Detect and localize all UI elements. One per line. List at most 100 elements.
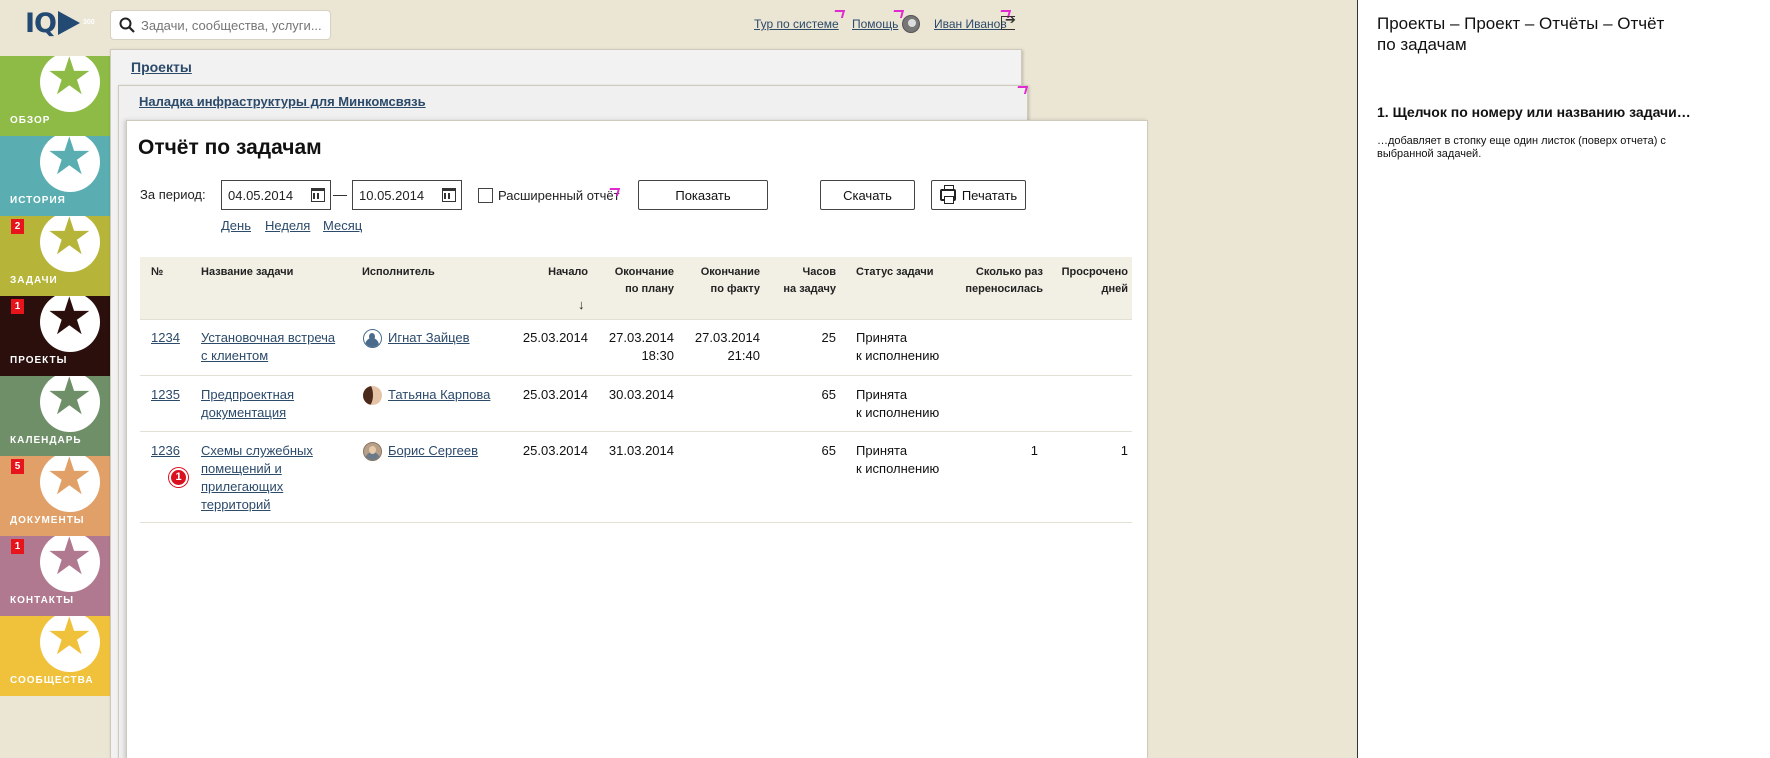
task-status: Принята к исполнению [856,443,940,476]
show-button[interactable]: Показать [638,180,768,210]
plan-end: 31.03.2014 [608,443,674,458]
date-to-value: 10.05.2014 [359,187,425,203]
extended-report-checkbox[interactable] [478,188,493,203]
printer-icon [939,185,956,204]
star-icon: ★ [46,376,93,426]
calendar-icon[interactable] [311,188,325,202]
sidebar-item-label: ПРОЕКТЫ [10,355,68,366]
notification-badge: 1 [11,299,24,314]
column-header-moved[interactable]: Сколько раз переносилась [950,264,1043,298]
sidebar-item-contacts[interactable]: ★ 1 КОНТАКТЫ [0,536,110,616]
breadcrumb-projects[interactable]: Проекты [131,59,192,75]
sidebar-item-label: КОНТАКТЫ [10,595,75,606]
star-icon: ★ [46,616,93,666]
search-input[interactable] [141,17,321,33]
star-icon: ★ [46,296,93,346]
sidebar-item-projects[interactable]: ★ 1 ПРОЕКТЫ [0,296,110,376]
search-box[interactable] [110,10,331,40]
task-number-link[interactable]: 1234 [151,329,180,347]
tour-link[interactable]: Тур по системе [754,17,839,31]
plan-end: 30.03.2014 [608,387,674,402]
hours: 25 [821,330,836,345]
extended-report-label[interactable]: Расширенный отчёт [498,188,620,203]
annotation-pin-icon [1015,86,1029,94]
column-header-overdue[interactable]: Просрочено дней [1050,264,1128,298]
period-month-link[interactable]: Месяц [323,218,362,233]
period-day-link[interactable]: День [221,218,251,233]
column-header-name[interactable]: Название задачи [201,264,293,281]
moved-count: 1 [1030,443,1038,458]
page-title: Отчёт по задачам [138,136,322,159]
annotation-pin-icon [891,10,905,18]
logo-text: IQ [25,7,57,39]
print-button[interactable]: Печатать [931,180,1026,210]
star-icon: ★ [46,456,93,506]
hours: 65 [821,387,836,402]
report-sheet [126,120,1148,758]
logout-icon[interactable] [1001,12,1016,30]
date-from-field[interactable]: 04.05.2014 [221,180,331,210]
person-icon [363,386,382,405]
start-date: 25.03.2014 [522,387,588,402]
calendar-icon[interactable] [442,188,456,202]
task-number-link[interactable]: 1235 [151,386,180,404]
period-label: За период: [140,187,206,202]
sidebar-item-label: ЗАДАЧИ [10,275,58,286]
annotation-pin-icon [832,10,846,18]
sidebar-item-history[interactable]: ★ ИСТОРИЯ [0,136,110,216]
column-header-status[interactable]: Статус задачи [856,264,934,281]
logo-number: 300 [83,19,95,26]
user-avatar-icon[interactable] [902,15,920,33]
notification-badge: 5 [11,459,24,474]
date-to-field[interactable]: 10.05.2014 [352,180,462,210]
help-link[interactable]: Помощь [852,17,898,31]
task-status: Принята к исполнению [856,387,940,420]
star-icon: ★ [46,136,93,186]
sidebar-item-label: КАЛЕНДАРЬ [10,435,82,446]
fact-end: 27.03.2014 21:40 [694,330,760,363]
task-number-link[interactable]: 1236 [151,442,180,460]
sidebar-item-label: ИСТОРИЯ [10,195,66,206]
row-divider [140,375,1132,376]
sidebar-item-communities[interactable]: ★ СООБЩЕСТВА [0,616,110,696]
column-header-start[interactable]: Начало [520,264,588,281]
column-header-hours[interactable]: Часов на задачу [772,264,836,298]
column-header-plan-end[interactable]: Окончание по плану [600,264,674,298]
search-icon [119,17,135,33]
sidebar-item-tasks[interactable]: ★ 2 ЗАДАЧИ [0,216,110,296]
row-divider [140,319,1132,320]
row-divider [140,522,1132,523]
task-status: Принята к исполнению [856,330,940,363]
user-name-link[interactable]: Иван Иванов [934,17,1007,31]
task-name-link[interactable]: Предпроектная документация [201,386,294,422]
breadcrumb-project[interactable]: Наладка инфраструктуры для Минкомсвязь [139,94,426,109]
download-button[interactable]: Скачать [820,180,915,210]
assignee-link[interactable]: Игнат Зайцев [388,329,470,347]
task-name-link[interactable]: Схемы служебных помещений и прилегающих … [201,442,313,514]
panel-heading: 1. Щелчок по номеру или названию задачи… [1377,104,1691,120]
sidebar-item-calendar[interactable]: ★ КАЛЕНДАРЬ [0,376,110,456]
task-name-link[interactable]: Установочная встреча с клиентом [201,329,335,365]
panel-title: Проекты – Проект – Отчёты – Отчёт по зад… [1377,14,1665,54]
date-from-value: 04.05.2014 [228,187,294,203]
hours: 65 [821,443,836,458]
period-week-link[interactable]: Неделя [265,218,310,233]
overdue-days: 1 [1120,443,1128,458]
column-header-assignee[interactable]: Исполнитель [362,264,435,281]
annotation-pin-icon [607,188,621,196]
column-header-fact-end[interactable]: Окончание по факту [686,264,760,298]
start-date: 25.03.2014 [522,330,588,345]
sidebar-item-label: ДОКУМЕНТЫ [10,515,85,526]
star-icon: ★ [46,216,93,266]
logo-play-icon [58,11,80,35]
assignee-link[interactable]: Борис Сергеев [388,442,478,460]
logo[interactable]: IQ 300 [25,7,95,39]
sort-down-icon: ↓ [578,297,585,312]
column-header-num[interactable]: № [151,264,163,281]
assignee-link[interactable]: Татьяна Карпова [388,386,490,404]
sidebar-item-label: ОБЗОР [10,115,51,126]
sidebar-item-documents[interactable]: ★ 5 ДОКУМЕНТЫ [0,456,110,536]
sidebar-item-overview[interactable]: ★ ОБЗОР [0,56,110,136]
person-icon [363,329,382,348]
panel-note: …добавляет в стопку еще один листок (пов… [1377,135,1666,160]
